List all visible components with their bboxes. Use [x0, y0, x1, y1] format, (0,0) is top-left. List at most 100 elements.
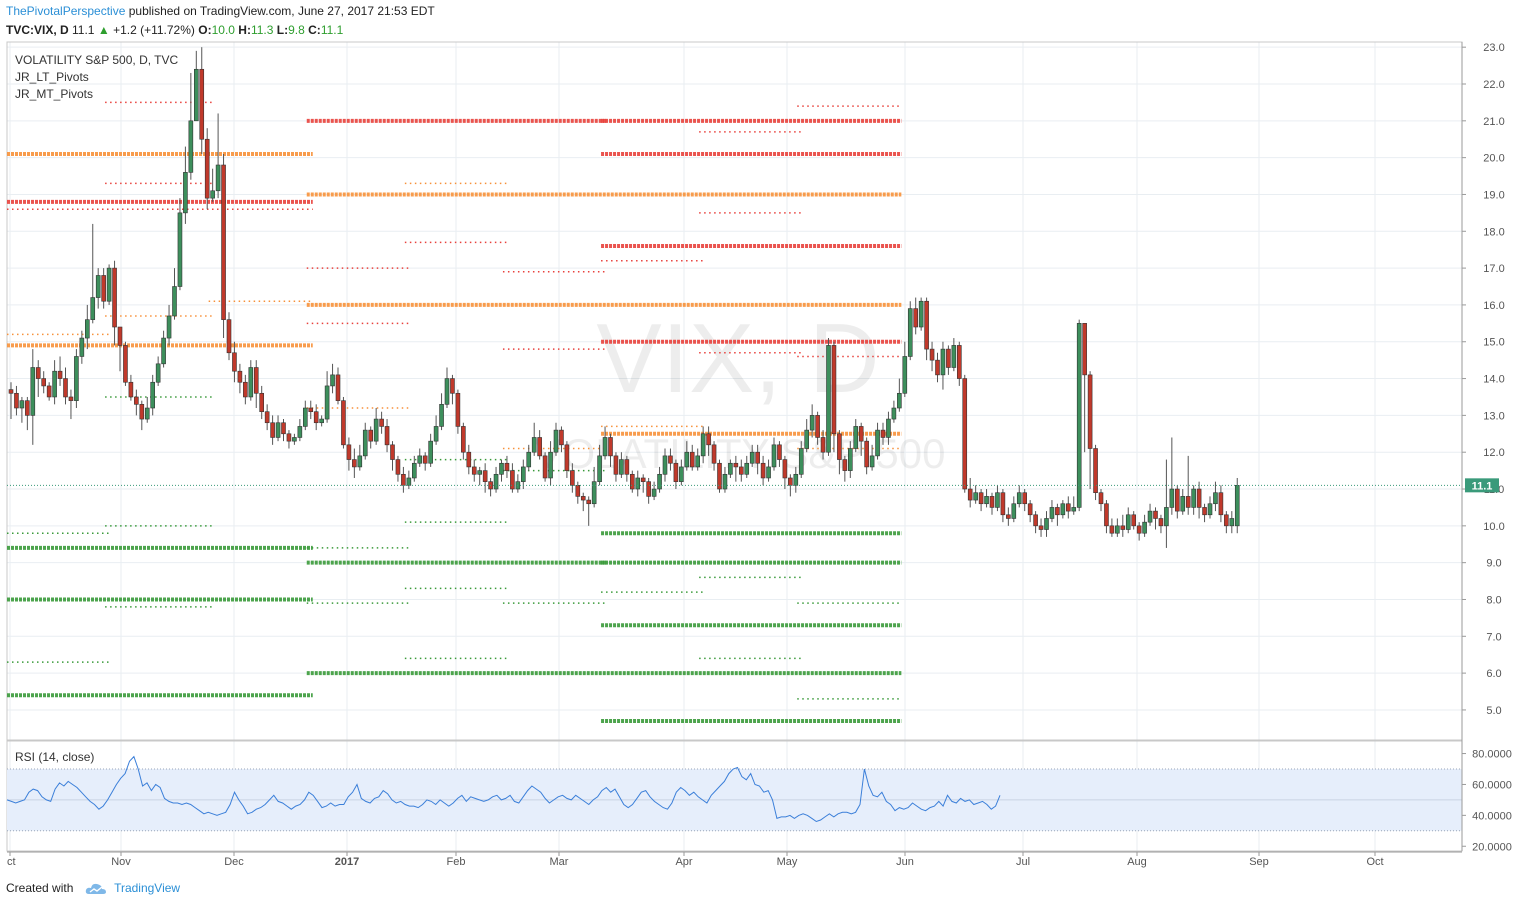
candle-up: [766, 466, 771, 479]
candle-down: [706, 433, 711, 446]
candle-down: [101, 275, 106, 302]
candle-up: [548, 451, 553, 479]
candle-down: [1022, 492, 1028, 505]
candle-down: [962, 378, 968, 490]
price-tick-label: 17.0: [1483, 263, 1504, 275]
candle-down: [542, 455, 548, 479]
watermark-symbol: VIX, D: [596, 303, 879, 413]
candle-down: [777, 444, 782, 460]
candle-up: [1142, 521, 1147, 534]
candle-up: [728, 462, 733, 475]
candle-up: [700, 433, 706, 457]
candle-down: [422, 455, 428, 464]
candle-down: [204, 138, 210, 199]
candle-up: [302, 407, 308, 427]
candle-down: [139, 404, 145, 420]
candle-up: [635, 477, 641, 490]
candle-down: [646, 481, 651, 497]
candle-down: [668, 455, 673, 464]
candle-down: [564, 444, 570, 471]
tradingview-link[interactable]: TradingView: [114, 881, 180, 895]
time-axis[interactable]: ct Nov Dec 2017 Feb Mar Apr May Jun Jul Aug Sep Oct: [7, 851, 1462, 868]
candle-down: [1066, 503, 1071, 512]
candle-up: [526, 451, 532, 468]
tradingview-cloud-icon: [85, 883, 106, 894]
price-chart[interactable]: VIX, D VOLATILITY S&P 500 23.0 22.0 21.0 20…: [0, 0, 1522, 907]
time-tick-label: 2017: [335, 856, 359, 868]
candle-up: [411, 462, 417, 479]
candle-down: [1120, 525, 1126, 530]
candle-up: [1207, 503, 1213, 516]
candle-up: [853, 426, 859, 449]
candle-down: [738, 466, 744, 475]
candle-down: [1006, 514, 1011, 519]
candle-up: [793, 473, 799, 486]
candle-up: [373, 418, 379, 442]
candle-down: [858, 426, 864, 442]
candle-up: [875, 429, 880, 457]
candle-up: [1049, 507, 1055, 519]
candle-down: [537, 437, 542, 457]
candle-up: [1125, 514, 1131, 530]
candle-down: [733, 462, 739, 468]
candle-up: [619, 459, 624, 475]
candle-up: [144, 407, 150, 420]
legend-indicator-mt[interactable]: JR_MT_Pivots: [15, 87, 93, 101]
candle-up: [357, 455, 363, 468]
candle-up: [194, 68, 199, 122]
price-tick-label: 5.0: [1486, 705, 1501, 717]
candle-down: [504, 462, 510, 471]
candle-up: [1115, 525, 1120, 534]
candle-up: [210, 190, 215, 199]
candle-down: [379, 418, 384, 427]
price-tick-label: 15.0: [1483, 337, 1504, 349]
candle-up: [886, 418, 891, 438]
candle-down: [466, 451, 472, 468]
candle-down: [313, 411, 319, 424]
rsi-pane[interactable]: [6, 755, 1462, 832]
candle-up: [951, 345, 957, 368]
price-tick-label: 16.0: [1483, 300, 1504, 312]
candle-up: [602, 437, 608, 457]
time-tick-label: Feb: [447, 856, 466, 868]
candle-up: [891, 407, 897, 420]
candle-down: [989, 496, 995, 508]
candle-up: [362, 429, 368, 457]
price-axis[interactable]: 23.0 22.0 21.0 20.0 19.0 18.0 17.0 16.0 15.0 14.0…: [1461, 42, 1520, 853]
price-tick-label: 7.0: [1486, 631, 1501, 643]
candle-down: [1082, 323, 1087, 376]
candle-down: [629, 473, 635, 490]
time-tick-label: Jul: [1016, 856, 1030, 868]
legend: VOLATILITY S&P 500, D, TVC JR_LT_Pivots …: [15, 53, 179, 764]
candle-down: [134, 396, 139, 405]
candle-up: [809, 415, 815, 431]
candle-down: [1185, 496, 1191, 508]
candle-up: [444, 378, 450, 405]
candle-down: [559, 429, 564, 446]
candle-up: [19, 400, 25, 409]
candle-down: [782, 459, 788, 479]
candle-up: [493, 473, 499, 490]
candle-down: [471, 466, 477, 475]
candle-down: [608, 437, 613, 457]
candle-down: [226, 319, 232, 354]
candle-up: [1191, 488, 1196, 508]
candle-up: [428, 440, 433, 464]
candle-up: [1180, 496, 1186, 512]
candle-up: [744, 462, 750, 475]
candle-up: [330, 374, 335, 387]
time-tick-label: Apr: [675, 856, 692, 868]
candle-up: [319, 418, 324, 424]
candle-up: [1234, 485, 1240, 527]
candle-up: [657, 473, 662, 490]
candle-down: [68, 396, 74, 401]
candle-up: [826, 345, 831, 453]
candle-down: [46, 385, 52, 398]
candle-up: [1076, 323, 1082, 508]
candle-down: [864, 440, 869, 468]
price-tick-label: 22.0: [1483, 79, 1504, 91]
candle-up: [106, 267, 112, 302]
candle-up: [684, 451, 690, 468]
candle-up: [520, 466, 526, 482]
legend-indicator-lt[interactable]: JR_LT_Pivots: [15, 70, 89, 84]
